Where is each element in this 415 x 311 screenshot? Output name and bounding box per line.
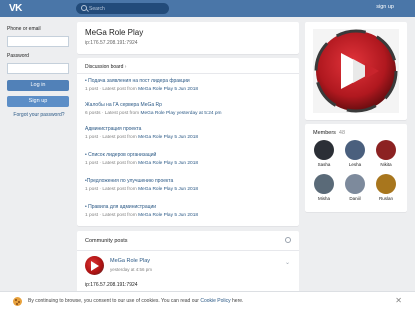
topic-last-post-link[interactable]: MeGa Role Play 5 Jun 2018 xyxy=(138,87,198,92)
topic-meta: 6 posts · Latest post from MeGa Role Pla… xyxy=(85,111,290,116)
post-date[interactable]: yesterday at 4:56 pm xyxy=(110,267,152,272)
password-label: Password xyxy=(7,53,29,59)
signup-button[interactable]: Sign up xyxy=(7,96,69,107)
topic-title[interactable]: •Предложения по улучшению проекта xyxy=(85,178,290,184)
discussion-topic[interactable]: • Правила для администрации 1 post · Lat… xyxy=(85,204,290,218)
password-field[interactable] xyxy=(7,63,69,74)
avatar[interactable] xyxy=(85,256,104,275)
topic-meta: 1 post · Latest post from MeGa Role Play… xyxy=(85,187,290,192)
signup-link[interactable]: sign up xyxy=(376,4,394,10)
topic-meta-text: 1 post · Latest post from xyxy=(85,135,139,140)
member-item[interactable]: Ruslan xyxy=(375,174,397,201)
topic-meta: 1 post · Latest post from MeGa Role Play… xyxy=(85,161,290,166)
cookie-tail: here. xyxy=(230,298,244,304)
topic-meta: 1 post · Latest post from MeGa Role Play… xyxy=(85,213,290,218)
member-item[interactable]: Sasha xyxy=(313,140,335,167)
avatar[interactable] xyxy=(376,174,396,194)
topic-meta-text: 1 post · Latest post from xyxy=(85,187,139,192)
close-icon[interactable]: ✕ xyxy=(395,296,402,305)
member-name[interactable]: Nikita xyxy=(375,162,397,167)
topic-title[interactable]: Жалобы на ГА сервера МеGa Rp xyxy=(85,102,290,108)
member-name[interactable]: Daniil xyxy=(344,196,366,201)
topic-last-post-link[interactable]: MeGa Role Play 5 Jun 2018 xyxy=(138,187,198,192)
avatar[interactable] xyxy=(314,174,334,194)
post-text: ip:176.57.208.191:7924 xyxy=(85,282,138,288)
topic-last-post-link[interactable]: MeGa Role Play yesterday at 5:24 pm xyxy=(140,111,221,116)
group-logo-icon xyxy=(313,29,399,113)
topic-meta-text: 1 post · Latest post from xyxy=(85,161,139,166)
topic-title[interactable]: • Подача заявления на пост лидера фракци… xyxy=(85,78,290,84)
divider xyxy=(77,73,299,74)
discussion-topic[interactable]: • Подача заявления на пост лидера фракци… xyxy=(85,78,290,92)
discussion-board: Discussion board › • Подача заявления на… xyxy=(77,58,299,226)
member-item[interactable]: Daniil xyxy=(344,174,366,201)
avatar[interactable] xyxy=(376,140,396,160)
cookie-banner: By continuing to browse, you consent to … xyxy=(0,291,415,311)
topic-meta: 1 post · Latest post from MeGa Role Play… xyxy=(85,87,290,92)
top-bar: VK sign up xyxy=(0,0,415,17)
community-posts-header: Community posts xyxy=(85,238,128,244)
page-title: MeGa Role Play xyxy=(85,28,144,37)
member-name[interactable]: Sasha xyxy=(313,162,335,167)
member-name[interactable]: Misha xyxy=(313,196,335,201)
discussion-board-title: Discussion board xyxy=(85,64,124,70)
forgot-password-link[interactable]: Forgot your password? xyxy=(7,112,71,118)
search-icon xyxy=(81,5,87,11)
search-input[interactable] xyxy=(89,3,165,14)
topic-title[interactable]: • Правила для администрации xyxy=(85,204,290,210)
topic-meta-text: 1 post · Latest post from xyxy=(85,213,139,218)
members-count: 48 xyxy=(338,130,346,136)
discussion-topic[interactable]: •Предложения по улучшению проекта 1 post… xyxy=(85,178,290,192)
topic-meta-text: 1 post · Latest post from xyxy=(85,87,139,92)
topic-title[interactable]: • Список лидеров организаций xyxy=(85,152,290,158)
topic-title[interactable]: Администрация проекта xyxy=(85,126,290,132)
topic-last-post-link[interactable]: MeGa Role Play 5 Jun 2018 xyxy=(138,213,198,218)
topic-last-post-link[interactable]: MeGa Role Play 5 Jun 2018 xyxy=(138,135,198,140)
discussion-board-header[interactable]: Discussion board › xyxy=(85,64,126,70)
cookie-text: By continuing to browse, you consent to … xyxy=(28,298,201,304)
group-avatar-card xyxy=(305,22,407,120)
members-header[interactable]: Members 48 xyxy=(313,130,345,136)
discussion-topic[interactable]: Администрация проекта 1 post · Latest po… xyxy=(85,126,290,140)
cookie-message: By continuing to browse, you consent to … xyxy=(28,298,243,304)
member-item[interactable]: Lesha xyxy=(344,140,366,167)
avatar[interactable] xyxy=(345,140,365,160)
topic-last-post-link[interactable]: MeGa Role Play 5 Jun 2018 xyxy=(138,161,198,166)
member-name[interactable]: Lesha xyxy=(344,162,366,167)
search-box[interactable] xyxy=(76,3,169,14)
vk-logo[interactable]: VK xyxy=(9,3,22,14)
discussion-topic[interactable]: Жалобы на ГА сервера МеGa Rp 6 posts · L… xyxy=(85,102,290,116)
cookie-policy-link[interactable]: Cookie Policy xyxy=(200,298,230,304)
topic-meta-text: 6 posts · Latest post from xyxy=(85,111,141,116)
group-avatar[interactable] xyxy=(313,29,399,113)
group-status: ip:176.57.208.191:7924 xyxy=(85,40,138,46)
post-author-link[interactable]: MeGa Role Play xyxy=(110,258,150,264)
search-icon[interactable] xyxy=(285,237,291,243)
member-item[interactable]: Nikita xyxy=(375,140,397,167)
login-panel: Phone or email Password Log in Sign up F… xyxy=(7,26,71,118)
cookie-icon xyxy=(13,297,22,306)
phone-label: Phone or email xyxy=(7,26,41,32)
member-item[interactable]: Misha xyxy=(313,174,335,201)
chevron-right-icon: › xyxy=(124,64,127,70)
login-button[interactable]: Log in xyxy=(7,80,69,91)
phone-email-field[interactable] xyxy=(7,36,69,47)
members-title: Members xyxy=(313,130,336,136)
members-block: Members 48 Sasha Lesha Nikita Misha Danii… xyxy=(305,124,407,212)
topic-meta: 1 post · Latest post from MeGa Role Play… xyxy=(85,135,290,140)
avatar[interactable] xyxy=(345,174,365,194)
avatar[interactable] xyxy=(314,140,334,160)
member-name[interactable]: Ruslan xyxy=(375,196,397,201)
discussion-topic[interactable]: • Список лидеров организаций 1 post · La… xyxy=(85,152,290,166)
divider xyxy=(77,250,299,251)
chevron-down-icon[interactable]: ⌄ xyxy=(285,259,290,266)
group-header: MeGa Role Play ip:176.57.208.191:7924 xyxy=(77,22,299,54)
